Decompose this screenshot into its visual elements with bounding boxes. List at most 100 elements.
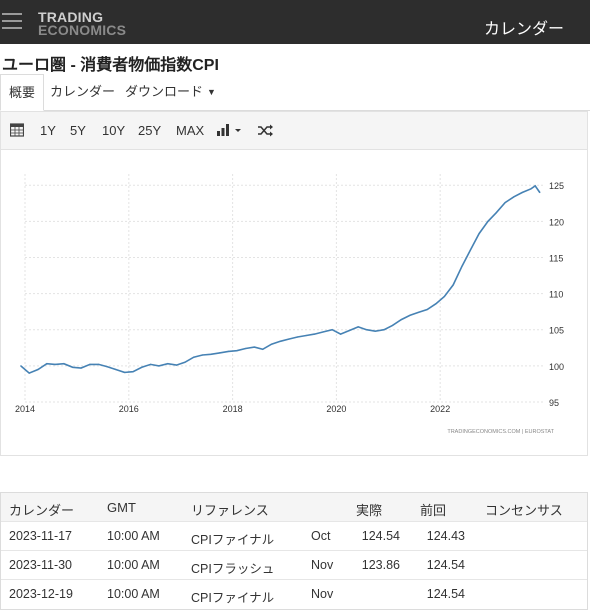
data-point [193, 356, 195, 358]
range-5y-button[interactable]: 5Y [70, 123, 86, 138]
range-1y-button[interactable]: 1Y [40, 123, 56, 138]
range-25y-button[interactable]: 25Y [138, 123, 161, 138]
nav-calendar-link[interactable]: カレンダー [484, 15, 564, 39]
data-point [288, 338, 290, 340]
data-point [150, 363, 152, 365]
data-point [106, 366, 108, 368]
data-point [340, 333, 342, 335]
chart-source: TRADINGECONOMICS.COM | EUROSTAT [447, 429, 554, 435]
y-tick-label: 110 [549, 290, 563, 300]
data-point [322, 331, 324, 333]
data-point [20, 365, 22, 367]
data-point [314, 333, 316, 335]
tab-overview[interactable]: 概要 [0, 74, 45, 111]
x-tick-label: 2022 [430, 404, 450, 414]
row-time: 10:00 AM [107, 529, 160, 543]
menu-icon[interactable] [2, 13, 22, 31]
calendar-table: カレンダー GMT リファレンス 実際 前回 コンセンサス 2023-11-17… [0, 492, 588, 610]
data-point [513, 196, 515, 198]
row-period: Nov [311, 587, 334, 601]
data-point [296, 336, 299, 338]
top-navbar: TRADING ECONOMICS カレンダー [0, 0, 590, 44]
data-point [245, 347, 247, 350]
header-previous: 前回 [420, 503, 447, 518]
site-logo[interactable]: TRADING ECONOMICS [38, 10, 126, 37]
data-point [365, 329, 368, 331]
data-point [469, 249, 471, 251]
data-point [124, 371, 126, 373]
data-point [452, 284, 454, 286]
data-point [132, 371, 134, 373]
y-tick-label: 105 [549, 326, 564, 336]
data-point [167, 363, 169, 365]
x-tick-label: 2016 [119, 404, 139, 414]
table-row: 2023-12-19 10:00 AM CPIファイナル Nov 124.54 [1, 580, 587, 609]
page-title: ユーロ圏 - 消費者物価指数CPI [2, 57, 219, 74]
data-point [141, 366, 143, 368]
row-reference: CPIフラッシュ [191, 562, 275, 576]
caret-down-icon: ▼ [207, 87, 216, 98]
row-time: 10:00 AM [107, 558, 160, 572]
data-point [374, 330, 376, 332]
x-tick-label: 2018 [223, 404, 243, 414]
data-point [409, 314, 411, 316]
data-point [530, 188, 532, 190]
calendar-table-icon[interactable] [9, 123, 25, 140]
shuffle-icon[interactable] [257, 124, 273, 140]
table-row: 2023-11-17 10:00 AM CPIファイナル Oct 124.54 … [1, 522, 587, 551]
header-calendar: カレンダー [9, 503, 75, 518]
data-point [46, 363, 48, 365]
data-point [331, 329, 333, 331]
header-reference: リファレンス [191, 503, 269, 518]
data-point [184, 361, 186, 363]
data-point [28, 372, 30, 374]
data-point [435, 303, 437, 305]
data-point [219, 352, 221, 354]
data-point [521, 191, 523, 194]
data-point [270, 343, 273, 345]
row-previous: 124.43 [426, 529, 465, 543]
data-point [461, 265, 463, 267]
data-point [63, 363, 65, 365]
tab-overview-label: 概要 [9, 85, 36, 100]
range-10y-button[interactable]: 10Y [102, 123, 125, 138]
tab-download[interactable]: ダウンロード ▼ [117, 74, 224, 111]
data-point [175, 364, 178, 366]
header-gmt: GMT [107, 500, 136, 515]
data-point [504, 202, 506, 204]
y-tick-label: 120 [549, 217, 564, 227]
data-point [210, 353, 212, 355]
range-max-button[interactable]: MAX [176, 123, 204, 138]
data-point [357, 326, 359, 328]
data-point [262, 348, 264, 350]
data-point [391, 324, 394, 326]
row-time: 10:00 AM [107, 587, 160, 601]
row-actual: 124.54 [361, 529, 400, 543]
row-previous: 124.54 [426, 558, 465, 572]
x-tick-label: 2020 [326, 404, 346, 414]
tab-calendar[interactable]: カレンダー [42, 74, 123, 111]
tab-download-label: ダウンロード [125, 84, 204, 99]
data-point [89, 363, 91, 365]
row-period: Nov [311, 558, 334, 572]
data-point [495, 212, 497, 214]
data-point [80, 367, 82, 369]
row-date: 2023-12-19 [9, 587, 73, 601]
row-reference: CPIファイナル [191, 591, 275, 605]
data-point [98, 363, 100, 365]
chart-type-dropdown[interactable] [217, 124, 243, 139]
data-point [115, 368, 117, 371]
data-point [539, 191, 541, 194]
row-actual: 123.86 [361, 558, 400, 572]
bar-chart-icon [217, 124, 241, 136]
y-tick-label: 95 [549, 398, 559, 408]
data-point [72, 366, 74, 368]
y-tick-label: 100 [549, 362, 564, 372]
row-date: 2023-11-30 [9, 558, 73, 572]
x-tick-label: 2014 [15, 404, 35, 414]
row-date: 2023-11-17 [9, 529, 73, 543]
data-point [158, 365, 160, 367]
data-point [348, 329, 350, 332]
header-actual: 実際 [356, 503, 383, 518]
data-point [253, 346, 255, 348]
